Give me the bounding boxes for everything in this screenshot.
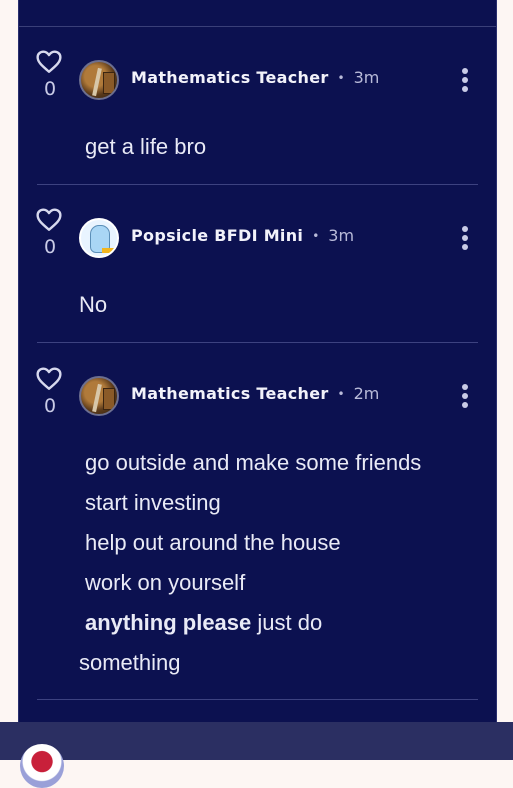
comment-line: go outside and make some friends: [85, 450, 422, 475]
author-name[interactable]: Popsicle BFDI Mini: [131, 226, 303, 245]
timestamp: 2m: [353, 384, 380, 403]
like-button[interactable]: 0: [36, 367, 64, 417]
more-options-button[interactable]: [460, 68, 470, 96]
more-options-button[interactable]: [460, 226, 470, 254]
separator-dot: •: [337, 386, 345, 401]
avatar[interactable]: [20, 744, 64, 788]
separator-dot: •: [337, 70, 345, 85]
comment-text: get a life bro: [85, 127, 206, 167]
comment-line: something: [79, 650, 181, 675]
comment-line-tail: just do: [251, 610, 323, 635]
author-name[interactable]: Mathematics Teacher: [131, 68, 329, 87]
comment-line: get a life bro: [85, 134, 207, 159]
like-count: 0: [43, 395, 57, 417]
like-count: 0: [43, 78, 57, 100]
timestamp: 3m: [328, 226, 355, 245]
bold-text: anything please: [85, 610, 252, 635]
divider: [37, 699, 478, 700]
heart-outline-icon: [36, 208, 62, 231]
comment-line: work on yourself: [85, 570, 246, 595]
more-options-button[interactable]: [460, 384, 470, 412]
avatar[interactable]: [79, 376, 119, 416]
next-comment-preview: [0, 722, 513, 788]
comment-line: No: [79, 292, 108, 317]
heart-outline-icon: [36, 50, 62, 73]
avatar[interactable]: [79, 60, 119, 100]
like-count: 0: [43, 236, 57, 258]
comments-panel: 0 Mathematics Teacher • 3m get a life br…: [18, 0, 497, 760]
heart-outline-icon: [36, 367, 62, 390]
like-button[interactable]: 0: [36, 50, 64, 100]
avatar[interactable]: [79, 218, 119, 258]
vertical-ellipsis-icon: [462, 68, 468, 74]
divider: [19, 26, 496, 27]
divider: [37, 342, 478, 343]
vertical-ellipsis-icon: [462, 384, 468, 390]
comment-line: start investing: [85, 490, 221, 515]
comment-text: No: [79, 285, 107, 325]
comment-line: anything please just do: [79, 603, 421, 643]
divider: [37, 184, 478, 185]
author-name[interactable]: Mathematics Teacher: [131, 384, 329, 403]
like-button[interactable]: 0: [36, 208, 64, 258]
timestamp: 3m: [353, 68, 380, 87]
separator-dot: •: [312, 228, 320, 243]
vertical-ellipsis-icon: [462, 226, 468, 232]
comment-text: go outside and make some friends start i…: [79, 443, 421, 683]
comment-line: help out around the house: [85, 530, 341, 555]
